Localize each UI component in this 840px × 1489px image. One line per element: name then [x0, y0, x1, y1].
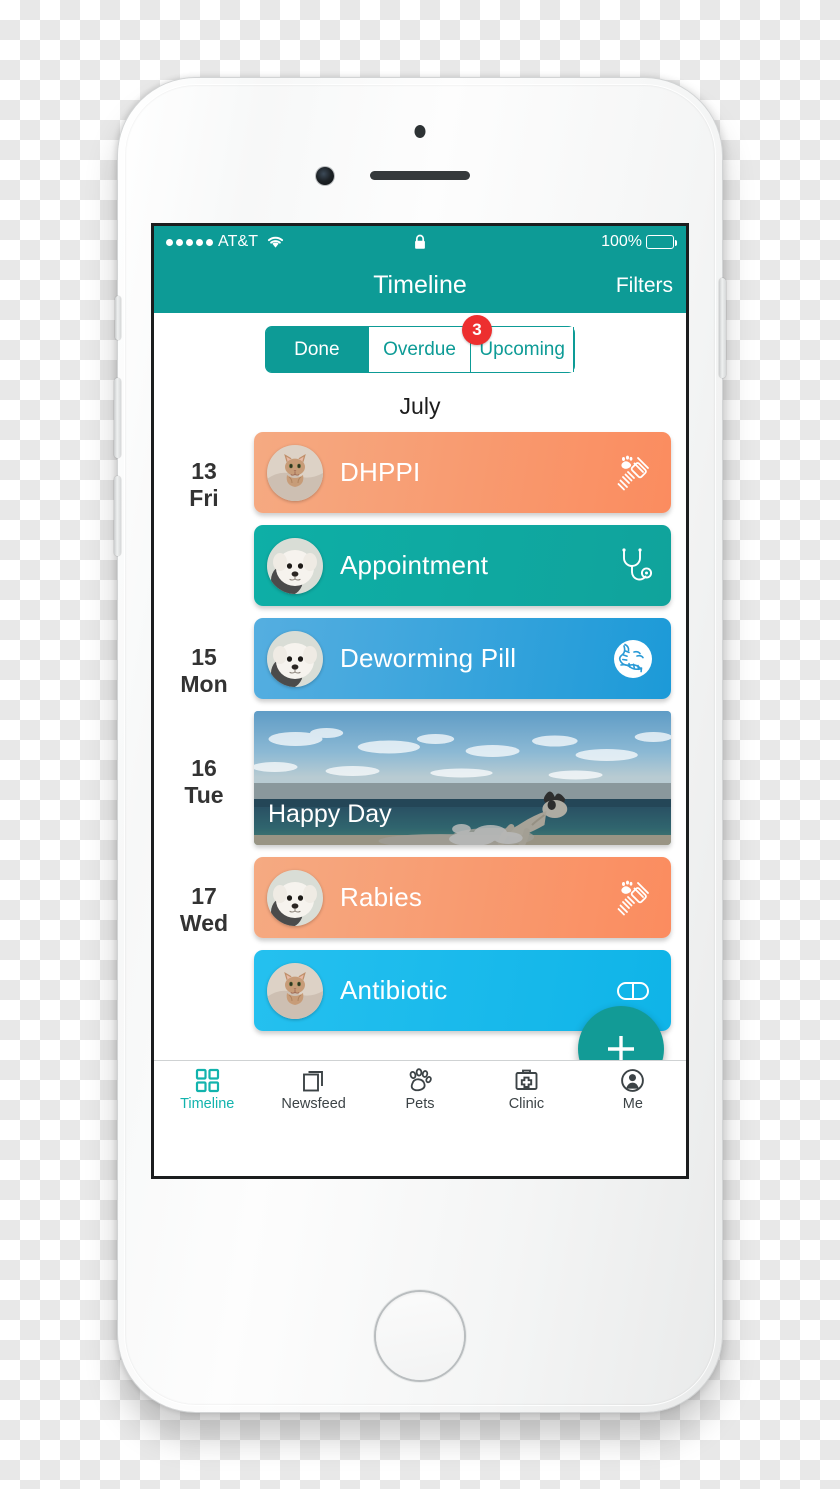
date-weekday: Mon	[180, 671, 228, 698]
date-column: 16 Tue	[154, 711, 254, 809]
segment-overdue[interactable]: Overdue	[368, 327, 472, 372]
overdue-badge: 3	[462, 315, 492, 345]
date-day: 17	[191, 883, 217, 909]
wifi-icon	[266, 235, 285, 249]
event-title: Rabies	[340, 882, 423, 912]
event-title: Deworming Pill	[340, 643, 517, 673]
lock-icon	[414, 234, 427, 251]
event-title: DHPPI	[340, 457, 421, 487]
timeline-list: 13 Fri DHPPI Appointment 15 Mon Dewormin…	[154, 432, 686, 1043]
dog-avatar	[267, 869, 323, 926]
battery-percent-label: 100%	[601, 233, 642, 250]
battery-icon	[646, 235, 677, 249]
tab-timeline[interactable]: Timeline	[154, 1061, 260, 1118]
cards-column: DHPPI Appointment	[254, 432, 686, 618]
event-title: Appointment	[340, 550, 489, 580]
date-column: 13 Fri	[154, 432, 254, 512]
person-icon	[620, 1067, 645, 1093]
date-day: 16	[191, 755, 217, 781]
timeline-group: 15 Mon Deworming Pill	[154, 618, 686, 711]
photo-caption-band: Happy Day	[254, 783, 671, 845]
timeline-content: Done Overdue Upcoming 3 July 13 Fri DHPP…	[154, 313, 686, 1118]
page-title: Timeline	[373, 271, 467, 299]
cards-column: Happy Day	[254, 711, 686, 857]
tab-newsfeed[interactable]: Newsfeed	[260, 1061, 366, 1118]
date-column: 15 Mon	[154, 618, 254, 698]
volume-down-button[interactable]	[114, 476, 121, 556]
date-day: 13	[191, 458, 217, 484]
date-day: 15	[191, 644, 217, 670]
tab-label: Pets	[405, 1096, 435, 1112]
date-weekday: Fri	[189, 485, 219, 512]
tab-clinic[interactable]: Clinic	[473, 1061, 579, 1118]
home-button[interactable]	[376, 1292, 464, 1380]
cat-avatar	[267, 444, 323, 501]
segmented-control: Done Overdue Upcoming 3	[265, 315, 575, 373]
earpiece-speaker	[370, 171, 470, 180]
dog-avatar	[267, 630, 323, 687]
event-card-appointment[interactable]: Appointment	[254, 525, 671, 606]
medical-bag-icon	[514, 1067, 539, 1093]
navigation-bar: Timeline Filters	[154, 258, 686, 313]
proximity-sensor-icon	[414, 125, 426, 138]
cards-icon	[301, 1067, 326, 1093]
event-card-rabies[interactable]: Rabies	[254, 857, 671, 938]
syringe-paw-icon	[612, 877, 654, 919]
cards-column: Deworming Pill	[254, 618, 686, 711]
filters-button[interactable]: Filters	[616, 274, 673, 298]
battery-indicator: 100%	[601, 233, 677, 251]
mute-switch[interactable]	[115, 296, 121, 340]
event-card-happy-day[interactable]: Happy Day	[254, 711, 671, 845]
tab-me[interactable]: Me	[580, 1061, 686, 1118]
event-card-deworming-pill[interactable]: Deworming Pill	[254, 618, 671, 699]
timeline-group: 16 Tue Happy Day	[154, 711, 686, 857]
timeline-group: 13 Fri DHPPI Appointment	[154, 432, 686, 618]
front-camera-icon	[316, 167, 334, 185]
date-column: 17 Wed	[154, 857, 254, 937]
volume-up-button[interactable]	[114, 378, 121, 458]
event-title: Antibiotic	[340, 975, 448, 1005]
event-card-dhppi[interactable]: DHPPI	[254, 432, 671, 513]
status-bar: AT&T 100%	[154, 226, 686, 258]
segment-done[interactable]: Done	[266, 327, 369, 372]
grid-icon	[195, 1067, 220, 1093]
tab-label: Timeline	[180, 1096, 235, 1112]
event-title: Happy Day	[268, 799, 392, 828]
carrier-name: AT&T	[218, 233, 259, 250]
tab-label: Clinic	[508, 1096, 545, 1112]
deworming-icon	[612, 638, 654, 680]
date-weekday: Wed	[179, 910, 229, 937]
date-weekday: Tue	[184, 782, 224, 809]
month-label: July	[399, 393, 441, 419]
stethoscope-icon	[612, 545, 654, 587]
phone-screen: AT&T 100% Timeline Filters Done Overdue …	[154, 226, 686, 1176]
dog-avatar	[267, 537, 323, 594]
paw-icon	[407, 1067, 433, 1093]
tab-bar: Timeline Newsfeed Pets Clinic Me	[154, 1060, 686, 1118]
tab-pets[interactable]: Pets	[367, 1061, 473, 1118]
cat-avatar	[267, 962, 323, 1019]
tab-label: Me	[622, 1096, 643, 1112]
carrier-group: AT&T	[166, 233, 285, 251]
phone-device: AT&T 100% Timeline Filters Done Overdue …	[114, 78, 726, 1412]
syringe-paw-icon	[612, 452, 654, 494]
tab-label: Newsfeed	[281, 1096, 346, 1112]
signal-strength-icon	[166, 238, 213, 246]
power-button[interactable]	[719, 278, 726, 378]
